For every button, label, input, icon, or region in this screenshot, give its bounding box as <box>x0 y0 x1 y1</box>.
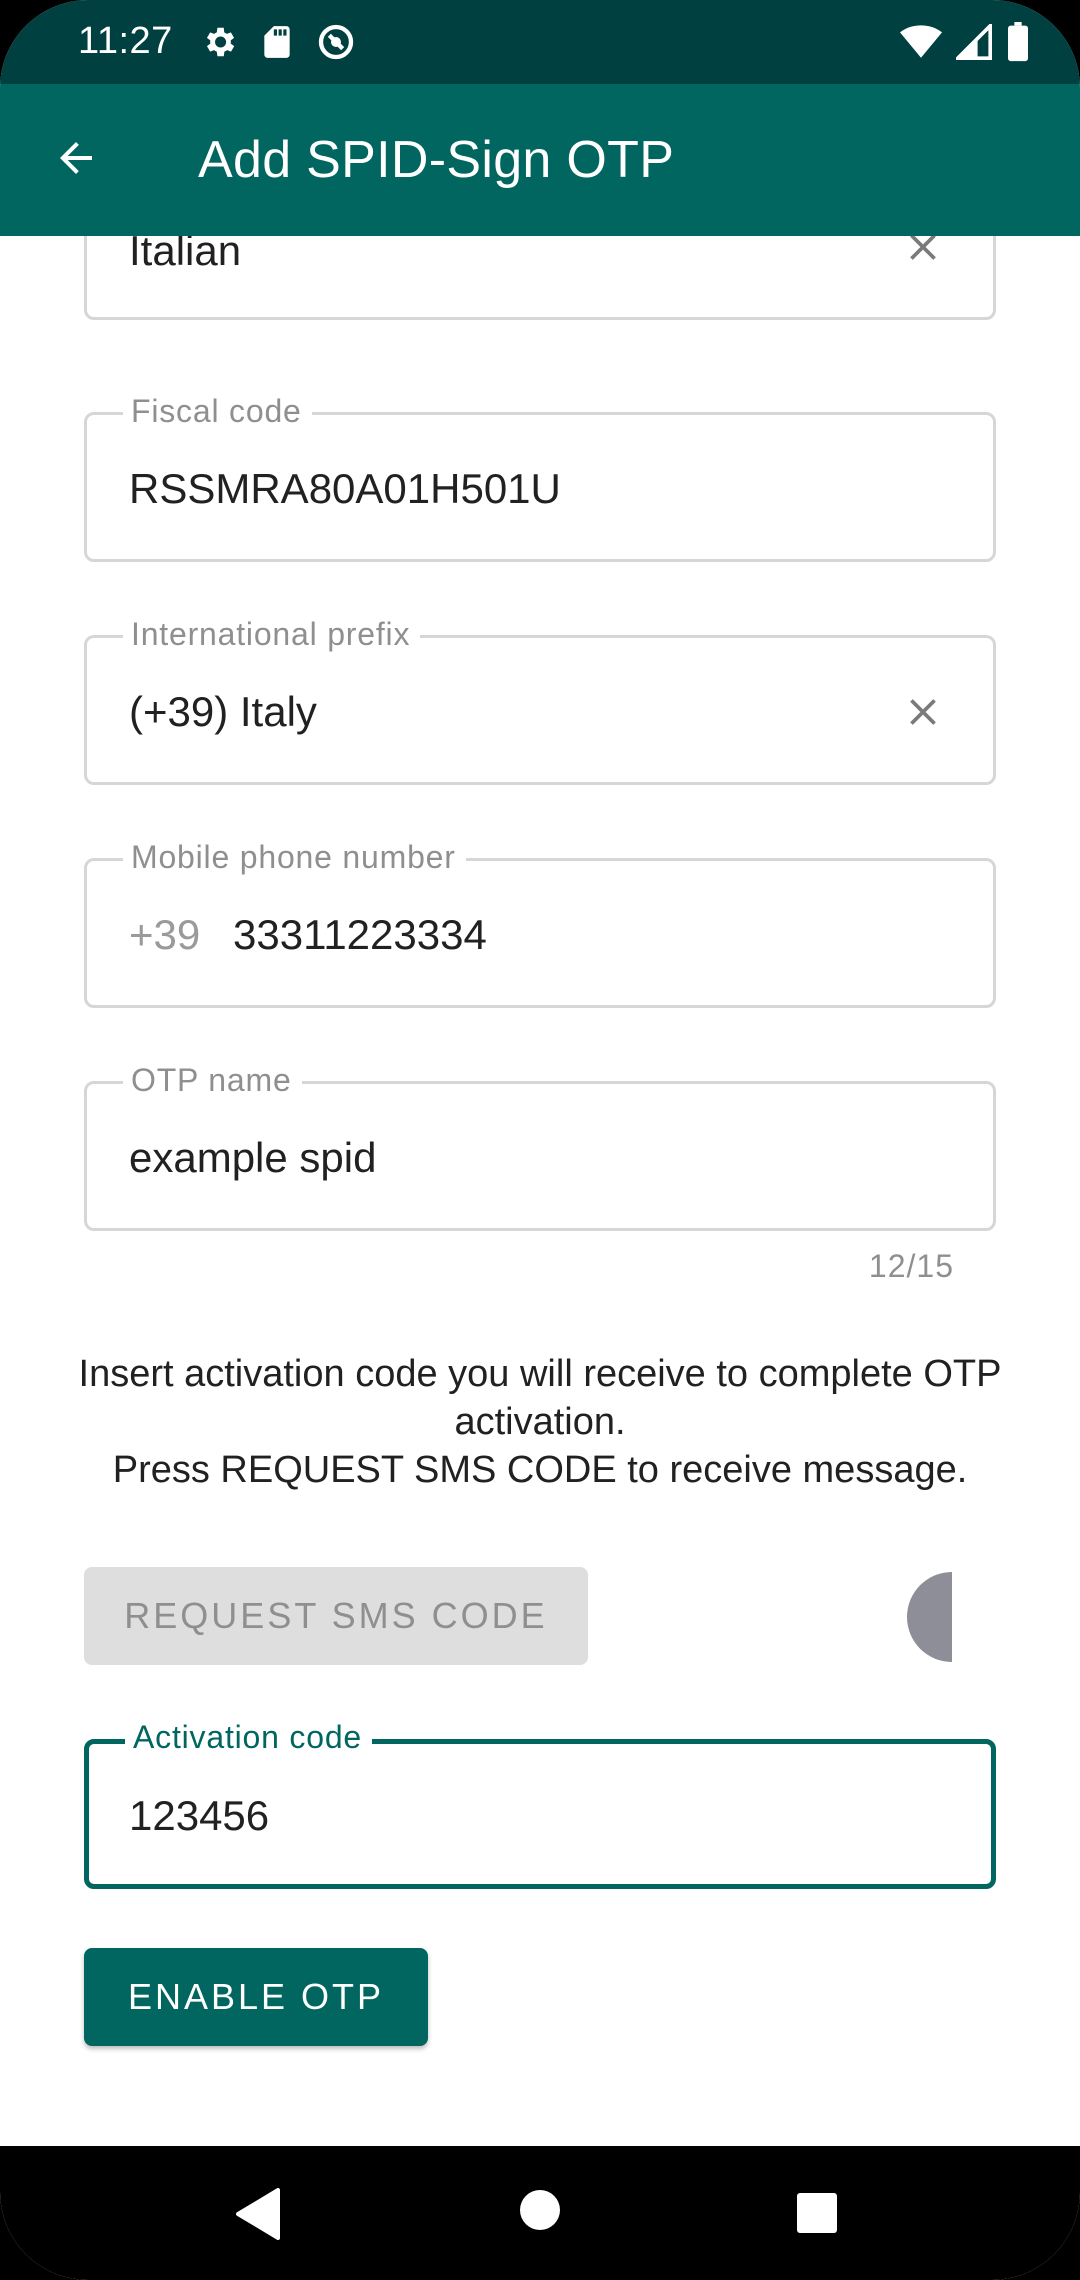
navigation-bar <box>0 2146 1080 2280</box>
fiscal-code-value: RSSMRA80A01H501U <box>129 465 561 512</box>
close-icon <box>901 236 945 274</box>
nav-recents-icon <box>796 2193 838 2238</box>
nationality-field[interactable]: Italian <box>84 236 996 320</box>
nav-back-icon <box>234 2188 282 2244</box>
status-bar: 11:27 <box>0 0 1080 84</box>
nationality-clear-button[interactable] <box>893 236 953 279</box>
battery-icon <box>1006 22 1030 62</box>
sync-icon <box>316 22 356 62</box>
nav-home-button[interactable] <box>518 2188 562 2237</box>
status-time: 11:27 <box>78 20 173 62</box>
international-prefix-value: (+39) Italy <box>129 688 317 735</box>
otp-name-counter: 12/15 <box>868 1248 954 1284</box>
request-sms-code-button[interactable]: REQUEST SMS CODE <box>84 1567 588 1665</box>
nationality-value: Italian <box>129 236 242 274</box>
otp-name-label: OTP name <box>123 1060 302 1100</box>
signal-icon <box>956 24 992 60</box>
activation-code-value: 123456 <box>129 1792 270 1839</box>
otp-name-field[interactable]: OTP name example spid <box>84 1060 996 1231</box>
nav-back-button[interactable] <box>234 2188 282 2245</box>
close-icon <box>901 690 945 739</box>
mobile-phone-prefix: +39 <box>129 911 201 958</box>
activation-code-field[interactable]: Activation code 123456 <box>84 1717 996 1889</box>
activation-info-text: Insert activation code you will receive … <box>78 1353 1002 1491</box>
app-bar: Add SPID-Sign OTP <box>0 84 1080 236</box>
loading-spinner <box>904 1572 952 1667</box>
back-button[interactable] <box>38 122 114 198</box>
sd-card-icon <box>260 23 294 61</box>
page-title: Add SPID-Sign OTP <box>198 131 675 189</box>
status-icons-right <box>900 22 1030 62</box>
nav-recents-button[interactable] <box>796 2192 838 2239</box>
mobile-phone-value: 33311223334 <box>233 911 487 958</box>
international-prefix-label: International prefix <box>123 614 421 654</box>
settings-icon <box>200 23 238 61</box>
otp-name-value: example spid <box>129 1134 377 1181</box>
wifi-icon <box>900 24 942 60</box>
fiscal-code-label: Fiscal code <box>123 391 312 431</box>
enable-otp-button[interactable]: ENABLE OTP <box>84 1948 428 2046</box>
fiscal-code-field[interactable]: Fiscal code RSSMRA80A01H501U <box>84 391 996 562</box>
nav-home-icon <box>518 2190 562 2236</box>
international-prefix-clear-button[interactable] <box>893 684 953 744</box>
status-icons-left <box>200 22 356 62</box>
mobile-phone-field[interactable]: Mobile phone number +39 33311223334 <box>84 837 996 1008</box>
form-scroll-area[interactable]: Italian Fiscal code RSSMRA80A01H501U Int… <box>0 236 1080 2146</box>
arrow-back-icon <box>52 134 100 187</box>
activation-code-label: Activation code <box>125 1717 373 1757</box>
device-screen: 11:27 Add SPID-Sign OTP Italian Fiscal c… <box>0 0 1080 2280</box>
mobile-phone-label: Mobile phone number <box>123 837 466 877</box>
international-prefix-field[interactable]: International prefix (+39) Italy <box>84 614 996 785</box>
